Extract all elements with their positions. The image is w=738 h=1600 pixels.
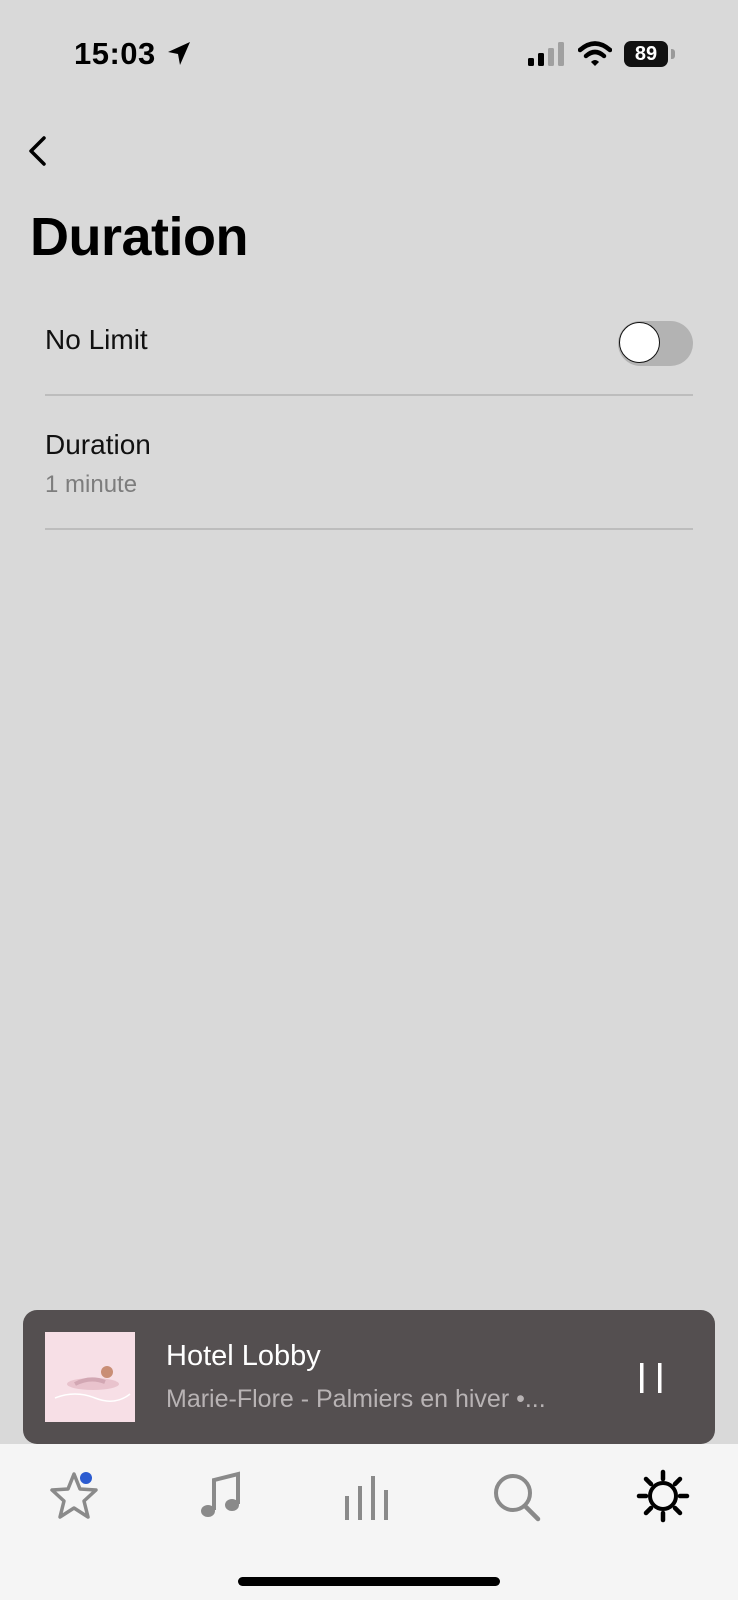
home-indicator bbox=[238, 1577, 500, 1586]
tab-music[interactable] bbox=[192, 1466, 252, 1526]
battery-level: 89 bbox=[624, 41, 668, 67]
no-limit-row: No Limit bbox=[45, 300, 693, 395]
star-icon bbox=[50, 1472, 98, 1519]
no-limit-toggle[interactable] bbox=[618, 321, 693, 366]
status-bar: 15:03 89 bbox=[0, 0, 738, 110]
music-note-icon bbox=[201, 1471, 240, 1517]
page-title: Duration bbox=[30, 207, 249, 267]
now-playing-title: Hotel Lobby bbox=[166, 1340, 321, 1372]
notification-badge bbox=[80, 1472, 92, 1484]
location-arrow-icon bbox=[168, 42, 190, 65]
duration-label: Duration bbox=[45, 429, 151, 460]
tab-rooms[interactable] bbox=[339, 1466, 399, 1526]
pause-button[interactable] bbox=[631, 1358, 671, 1398]
battery-icon: 89 bbox=[624, 41, 676, 67]
tab-favorites[interactable] bbox=[44, 1466, 104, 1526]
wifi-icon bbox=[578, 41, 612, 66]
duration-row[interactable]: Duration 1 minute bbox=[45, 420, 693, 520]
no-limit-label: No Limit bbox=[45, 324, 148, 355]
rooms-icon bbox=[345, 1476, 388, 1520]
status-time: 15:03 bbox=[74, 36, 156, 71]
gear-icon bbox=[636, 1469, 690, 1523]
tab-settings[interactable] bbox=[633, 1466, 693, 1526]
now-playing-bar[interactable]: Hotel Lobby Marie-Flore - Palmiers en hi… bbox=[23, 1310, 715, 1444]
duration-value: 1 minute bbox=[45, 471, 138, 498]
divider bbox=[45, 394, 693, 396]
pause-icon bbox=[640, 1363, 662, 1393]
album-art bbox=[45, 1332, 135, 1422]
chevron-left-icon bbox=[29, 136, 46, 166]
divider bbox=[45, 528, 693, 530]
back-button[interactable] bbox=[20, 128, 56, 176]
toggle-knob bbox=[619, 322, 660, 363]
now-playing-subtitle: Marie-Flore - Palmiers en hiver •... bbox=[166, 1385, 546, 1413]
cellular-signal-icon bbox=[528, 42, 564, 66]
tab-search[interactable] bbox=[486, 1466, 546, 1526]
album-art-image bbox=[45, 1332, 135, 1422]
search-icon bbox=[494, 1474, 541, 1522]
battery-cap bbox=[671, 49, 675, 59]
